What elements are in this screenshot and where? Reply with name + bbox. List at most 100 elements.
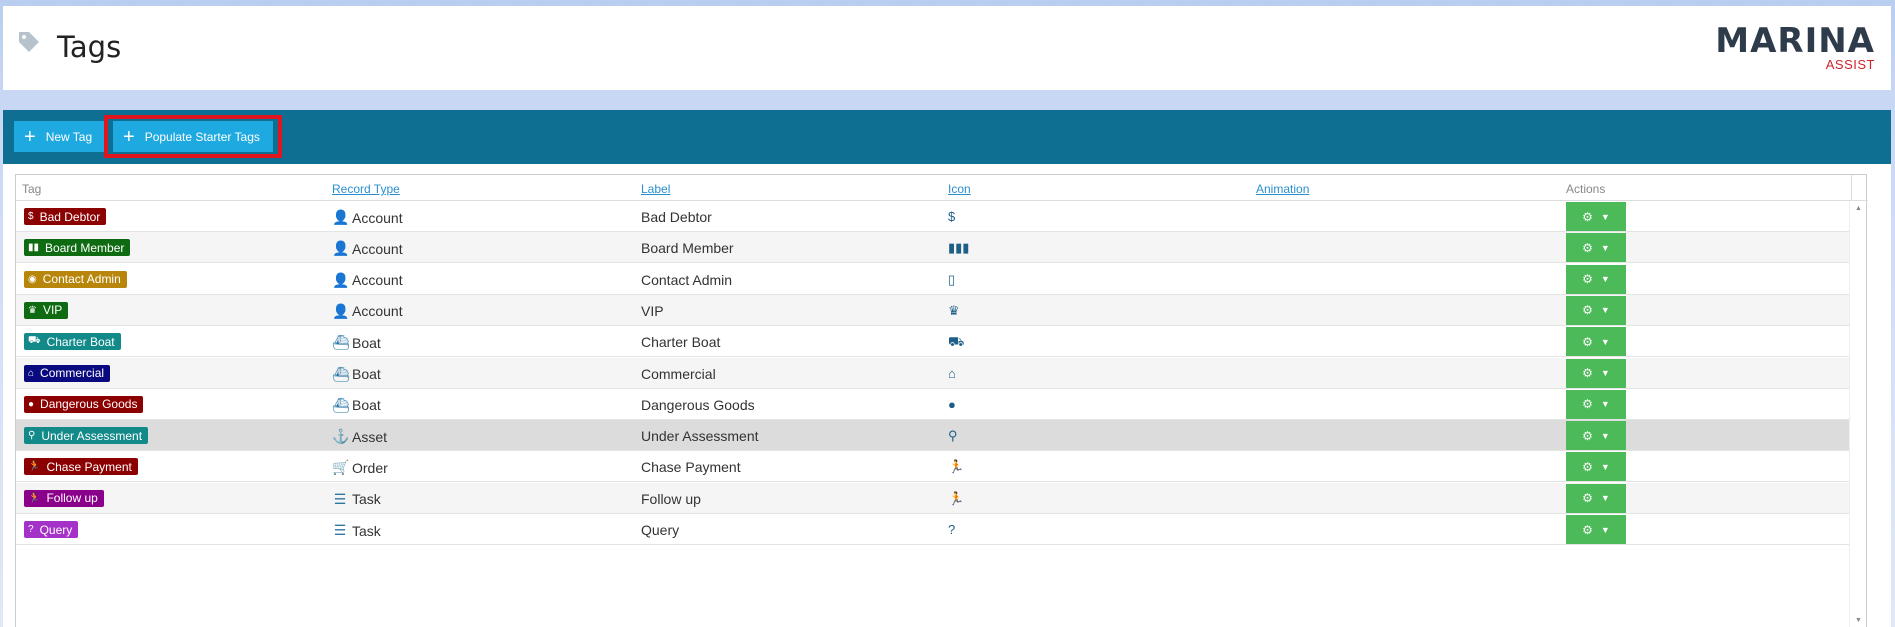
record-type-label: Boat xyxy=(352,397,381,414)
column-header-label[interactable]: Label xyxy=(641,182,670,196)
scroll-up-icon[interactable]: ▲ xyxy=(1855,205,1862,212)
record-type-cell: ⛴ Boat xyxy=(332,334,381,351)
table-row[interactable]: ● Dangerous Goods ⛴ Boat Dangerous Goods… xyxy=(16,389,1851,420)
crown-icon: ♛ xyxy=(28,304,37,316)
running-icon: 🏃 xyxy=(28,492,41,504)
actions-dropdown-button[interactable]: ⚙ ▼ xyxy=(1566,483,1626,513)
record-type-label: Account xyxy=(352,272,403,289)
gears-icon: ⚙ xyxy=(1582,272,1593,287)
user-icon: 👤 xyxy=(332,271,350,288)
record-type-cell: 🛒 Order xyxy=(332,459,388,476)
table-row[interactable]: ▮▮ Board Member 👤 Account Board Member ▮… xyxy=(16,232,1851,264)
table-row[interactable]: ⌂ Commercial ⛴ Boat Commercial ⌂ ⚙ ▼ xyxy=(16,357,1851,389)
running-icon: 🏃 xyxy=(28,461,41,473)
table-row[interactable]: ◉ Contact Admin 👤 Account Contact Admin … xyxy=(16,264,1851,295)
icon-cell: ⚲ xyxy=(948,428,958,444)
phone-icon: ◉ xyxy=(28,273,37,285)
marina-assist-logo: MARINA ASSIST xyxy=(1715,24,1875,72)
cart-icon: 🛒 xyxy=(332,459,350,476)
column-header-animation[interactable]: Animation xyxy=(1256,182,1309,196)
label-cell: VIP xyxy=(641,302,664,319)
ship-icon: ⛴ xyxy=(332,396,350,413)
table-row[interactable]: 🏃 Follow up ☰ Task Follow up 🏃 ⚙ ▼ xyxy=(16,482,1851,514)
column-header-record-type[interactable]: Record Type xyxy=(332,182,400,196)
tag-badge-label: Bad Debtor xyxy=(39,209,101,224)
actions-dropdown-button[interactable]: ⚙ ▼ xyxy=(1566,358,1626,388)
caret-down-icon: ▼ xyxy=(1600,430,1610,441)
record-type-label: Task xyxy=(352,522,381,539)
tag-badge: ◉ Contact Admin xyxy=(24,270,127,288)
actions-dropdown-button[interactable]: ⚙ ▼ xyxy=(1566,421,1626,451)
caret-down-icon: ▼ xyxy=(1600,274,1610,285)
actions-dropdown-button[interactable]: ⚙ ▼ xyxy=(1566,295,1626,325)
label-cell: Commercial xyxy=(641,365,716,382)
anchor-icon: ⚓ xyxy=(332,428,350,445)
actions-dropdown-button[interactable]: ⚙ ▼ xyxy=(1566,264,1626,294)
record-type-label: Asset xyxy=(352,428,388,445)
gears-icon: ⚙ xyxy=(1582,303,1593,318)
plus-icon: + xyxy=(123,125,135,148)
tag-badge-label: Chase Payment xyxy=(46,459,132,474)
icon-cell: $ xyxy=(948,209,956,224)
table-row[interactable]: ⚲ Under Assessment ⚓ Asset Under Assessm… xyxy=(16,420,1851,452)
caret-down-icon: ▼ xyxy=(1600,493,1610,504)
record-type-label: Task xyxy=(352,491,381,508)
gears-icon: ⚙ xyxy=(1582,397,1593,412)
vertical-scrollbar[interactable]: ▲ ▼ xyxy=(1849,201,1866,627)
populate-starter-tags-label: Populate Starter Tags xyxy=(144,129,260,144)
populate-starter-tags-button[interactable]: + Populate Starter Tags xyxy=(113,121,273,152)
record-type-cell: 👤 Account xyxy=(332,209,403,226)
table-row[interactable]: ♛ VIP 👤 Account VIP ♛ ⚙ ▼ xyxy=(16,294,1851,326)
column-header-tag: Tag xyxy=(22,182,42,196)
tag-badge-label: Charter Boat xyxy=(46,334,115,349)
tag-badge: ⚲ Under Assessment xyxy=(24,427,149,445)
table-header: Tag Record Type Label Icon Animation Act… xyxy=(16,175,1868,201)
actions-dropdown-button[interactable]: ⚙ ▼ xyxy=(1566,515,1626,544)
actions-dropdown-button[interactable]: ⚙ ▼ xyxy=(1566,389,1626,419)
record-type-cell: ☰ Task xyxy=(332,522,381,539)
record-type-label: Boat xyxy=(352,366,381,382)
tag-badge-label: Contact Admin xyxy=(42,272,121,287)
icon-cell: ⛟ xyxy=(948,334,965,350)
tags-table-panel: Tag Record Type Label Icon Animation Act… xyxy=(3,164,1891,627)
record-type-cell: ⛴ Boat xyxy=(332,397,381,414)
tag-badge: ● Dangerous Goods xyxy=(24,395,144,413)
warehouse-icon: ⌂ xyxy=(28,367,35,379)
actions-dropdown-button[interactable]: ⚙ ▼ xyxy=(1566,327,1626,357)
icon-cell: ? xyxy=(948,522,956,537)
table-row[interactable]: 🏃 Chase Payment 🛒 Order Chase Payment 🏃 … xyxy=(16,451,1851,483)
new-tag-button[interactable]: + New Tag xyxy=(14,121,104,152)
record-type-cell: ⚓ Asset xyxy=(332,428,387,445)
table-row[interactable]: ⛟ Charter Boat ⛴ Boat Charter Boat ⛟ ⚙ ▼ xyxy=(16,326,1851,358)
user-icon: 👤 xyxy=(332,302,350,319)
icon-cell: 🏃 xyxy=(948,459,965,475)
gears-icon: ⚙ xyxy=(1582,428,1593,443)
tag-badge-label: Query xyxy=(39,522,73,537)
column-header-actions: Actions xyxy=(1566,182,1606,196)
scroll-down-icon[interactable]: ▼ xyxy=(1855,617,1862,624)
caret-down-icon: ▼ xyxy=(1600,368,1610,378)
tag-badge-label: Commercial xyxy=(40,366,105,380)
caret-down-icon: ▼ xyxy=(1600,211,1610,222)
icon-cell: ● xyxy=(948,396,956,412)
tag-badge: ⛟ Charter Boat xyxy=(24,333,121,351)
actions-dropdown-button[interactable]: ⚙ ▼ xyxy=(1566,452,1626,482)
record-type-cell: ⛴ Boat xyxy=(332,366,381,383)
tag-icon xyxy=(19,32,39,52)
actions-dropdown-button[interactable]: ⚙ ▼ xyxy=(1566,202,1626,231)
gears-icon: ⚙ xyxy=(1582,459,1593,474)
tag-badge: $ Bad Debtor xyxy=(24,208,107,225)
table-row[interactable]: $ Bad Debtor 👤 Account Bad Debtor $ ⚙ ▼ xyxy=(16,201,1851,232)
truck-icon: ⛟ xyxy=(28,335,41,347)
bomb-icon: ● xyxy=(28,398,35,410)
gears-icon: ⚙ xyxy=(1582,491,1593,506)
label-cell: Under Assessment xyxy=(641,428,759,445)
caret-down-icon: ▼ xyxy=(1600,461,1610,472)
record-type-label: Account xyxy=(352,240,403,257)
column-header-icon[interactable]: Icon xyxy=(948,182,971,196)
actions-dropdown-button[interactable]: ⚙ ▼ xyxy=(1566,233,1626,263)
table-row[interactable]: ? Query ☰ Task Query ? ⚙ ▼ xyxy=(16,514,1851,545)
label-cell: Query xyxy=(641,522,680,538)
gears-icon: ⚙ xyxy=(1582,522,1593,537)
boardroom-icon: ▮▮ xyxy=(28,242,40,254)
